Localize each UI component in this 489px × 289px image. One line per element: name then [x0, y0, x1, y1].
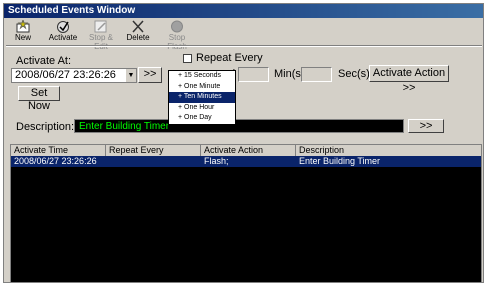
- dropdown-item-one-hour[interactable]: + One Hour: [169, 103, 235, 114]
- stop-edit-label: Stop & Edit: [88, 33, 113, 51]
- time-arrow-button[interactable]: >>: [138, 67, 162, 83]
- repeat-every-label: Repeat Every: [196, 52, 263, 64]
- stop-flash-button[interactable]: Stop Flash: [160, 19, 194, 51]
- activate-icon: [57, 21, 69, 33]
- cell-activate-action: Flash;: [204, 156, 229, 166]
- description-arrow-button[interactable]: >>: [408, 119, 444, 133]
- new-icon: [16, 20, 30, 33]
- activate-at-value: 2008/06/27 23:26:26: [15, 69, 116, 81]
- stop-edit-button[interactable]: Stop & Edit: [83, 19, 119, 51]
- activate-action-button[interactable]: Activate Action >>: [369, 65, 449, 94]
- dropdown-item-one-day[interactable]: + One Day: [169, 113, 235, 124]
- chevron-down-icon[interactable]: ▼: [125, 69, 136, 82]
- window-title: Scheduled Events Window: [4, 4, 483, 18]
- toolbar-divider: [6, 45, 482, 47]
- column-header-repeat-every[interactable]: Repeat Every: [106, 145, 201, 156]
- stop-flash-icon: [171, 20, 183, 33]
- activate-label: Activate: [48, 33, 78, 42]
- delete-label: Delete: [126, 33, 150, 42]
- set-now-button[interactable]: Set Now: [18, 86, 60, 112]
- delete-button[interactable]: Delete: [126, 19, 150, 44]
- cell-description: Enter Building Timer: [299, 156, 381, 166]
- column-header-activate-action[interactable]: Activate Action: [201, 145, 296, 156]
- events-table[interactable]: Activate Time Repeat Every Activate Acti…: [10, 144, 482, 283]
- minutes-label: Min(s): [274, 68, 305, 80]
- column-header-description[interactable]: Description: [296, 145, 481, 156]
- new-label: New: [14, 33, 31, 42]
- minutes-input[interactable]: [238, 67, 269, 82]
- toolbar: New Activate Stop & Edit Delete Stop Fla…: [4, 19, 483, 51]
- table-header: Activate Time Repeat Every Activate Acti…: [11, 145, 481, 156]
- column-header-activate-time[interactable]: Activate Time: [11, 145, 106, 156]
- stop-edit-icon: [94, 20, 107, 33]
- stop-flash-label: Stop Flash: [167, 33, 187, 51]
- scheduled-events-window: Scheduled Events Window New Activate Sto…: [3, 3, 484, 283]
- repeat-every-checkbox[interactable]: [183, 54, 192, 63]
- seconds-label: Sec(s): [338, 68, 370, 80]
- table-row[interactable]: 2008/06/27 23:26:26 Flash; Enter Buildin…: [11, 156, 481, 167]
- dropdown-item-ten-minutes[interactable]: + Ten Minutes: [169, 92, 235, 103]
- description-input[interactable]: Enter Building Timer: [74, 119, 404, 133]
- delete-icon: [132, 20, 144, 33]
- seconds-input[interactable]: [301, 67, 332, 82]
- dropdown-item-15-seconds[interactable]: + 15 Seconds: [169, 71, 235, 82]
- dropdown-item-one-minute[interactable]: + One Minute: [169, 82, 235, 93]
- activate-button[interactable]: Activate: [48, 19, 78, 44]
- description-label: Description:: [16, 121, 75, 133]
- activate-at-combo[interactable]: 2008/06/27 23:26:26 ▼: [11, 68, 137, 83]
- repeat-interval-dropdown[interactable]: + 15 Seconds + One Minute + Ten Minutes …: [168, 70, 236, 125]
- cell-repeat-every: [106, 156, 109, 167]
- activate-at-label: Activate At:: [16, 55, 72, 67]
- new-button[interactable]: New: [11, 19, 35, 44]
- cell-activate-time: 2008/06/27 23:26:26: [14, 156, 97, 166]
